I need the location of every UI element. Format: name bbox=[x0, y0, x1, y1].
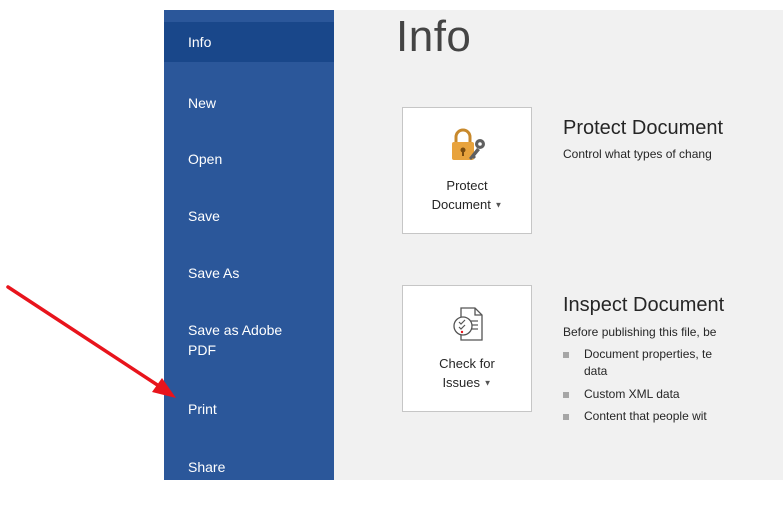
red-arrow-annotation bbox=[6, 285, 176, 398]
